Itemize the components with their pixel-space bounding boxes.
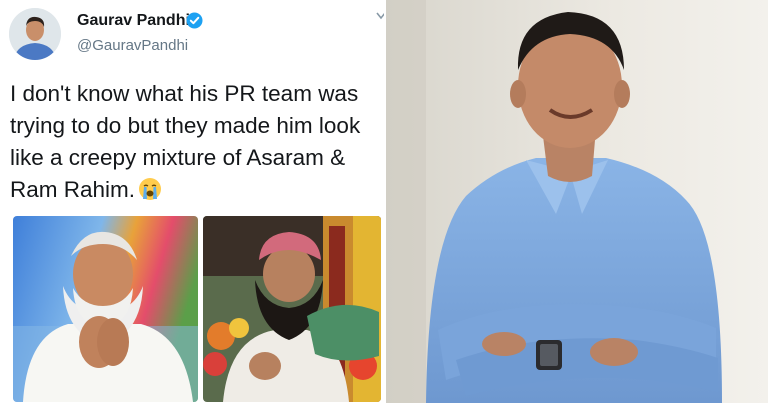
display-name[interactable]: Gaurav Pandhi <box>77 12 190 30</box>
portrait-photo <box>386 0 768 403</box>
tweet-media-photo-2[interactable] <box>203 216 381 402</box>
tweet-card: Gaurav Pandhi @GauravPandhi I don't know… <box>0 0 384 403</box>
loudly-crying-face-icon <box>138 177 162 201</box>
tweet-media-photo-1[interactable] <box>13 216 198 402</box>
chevron-down-icon[interactable] <box>376 12 384 20</box>
avatar[interactable] <box>9 8 61 60</box>
tweet-body: I don't know what his PR team was trying… <box>10 81 361 202</box>
user-handle[interactable]: @GauravPandhi <box>77 37 188 54</box>
verified-badge-icon <box>186 12 203 29</box>
tweet-text: I don't know what his PR team was trying… <box>10 78 380 206</box>
